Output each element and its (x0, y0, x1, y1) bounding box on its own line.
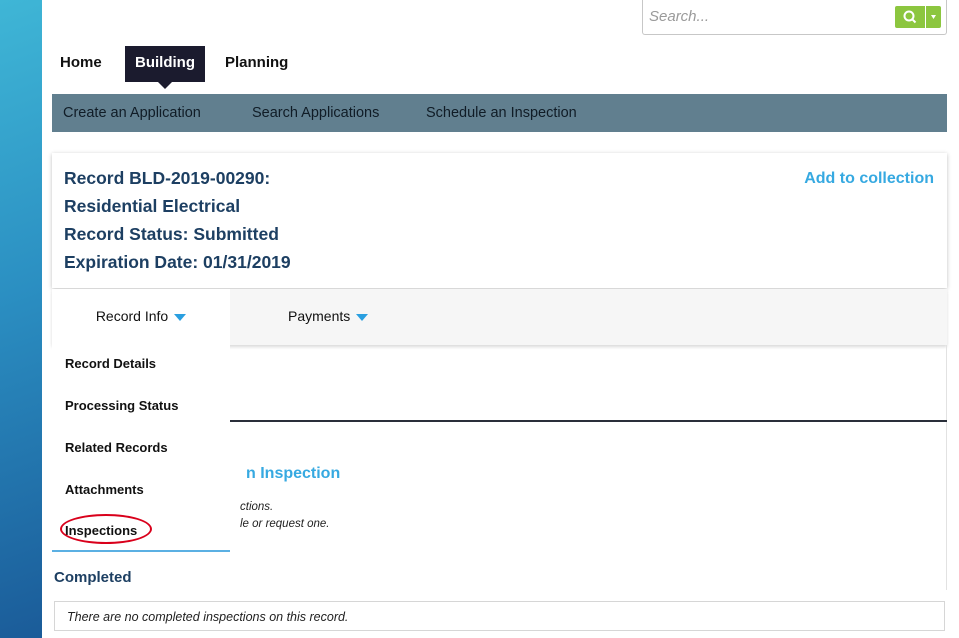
sub-nav: Create an Application Search Application… (52, 94, 947, 132)
section-divider (230, 420, 947, 422)
schedule-inspection-heading[interactable]: n Inspection (246, 465, 340, 483)
record-type: Residential Electrical (64, 196, 241, 216)
search-box (642, 0, 947, 35)
menu-item-processing-status[interactable]: Processing Status (65, 398, 178, 413)
search-button[interactable] (895, 6, 925, 28)
no-completed-inspections: There are no completed inspections on th… (54, 601, 945, 631)
inspection-note-1: ctions. (240, 501, 274, 513)
tab-record-info-label: Record Info (95, 308, 169, 324)
expiration-date: Expiration Date: 01/31/2019 (64, 252, 291, 272)
search-icon (903, 10, 917, 24)
search-input[interactable] (649, 6, 879, 26)
nav-building[interactable]: Building (125, 46, 205, 89)
record-tabs: Record Info Payments (52, 289, 947, 345)
tab-record-info[interactable]: Record Info (52, 289, 230, 345)
subnav-schedule-inspection[interactable]: Schedule an Inspection (426, 94, 577, 132)
page: Home Building Planning Create an Applica… (42, 0, 959, 638)
record-info-dropdown: Record Details Processing Status Related… (52, 345, 230, 552)
nav-building-label: Building (135, 54, 195, 71)
menu-item-record-details[interactable]: Record Details (65, 356, 156, 371)
record-number: Record BLD-2019-00290: (64, 168, 271, 188)
menu-item-attachments[interactable]: Attachments (65, 482, 144, 497)
content-border (946, 345, 947, 590)
subnav-search-applications[interactable]: Search Applications (252, 94, 379, 132)
tab-payments[interactable]: Payments (288, 289, 369, 345)
search-options-button[interactable] (926, 6, 941, 28)
nav-home[interactable]: Home (50, 46, 112, 82)
caret-down-icon (356, 313, 369, 321)
completed-heading: Completed (54, 569, 132, 586)
caret-down-icon (174, 313, 187, 321)
active-tab-pointer (158, 82, 172, 89)
record-header-card: Record BLD-2019-00290: Residential Elect… (52, 153, 947, 288)
menu-item-related-records[interactable]: Related Records (65, 440, 168, 455)
chevron-down-icon (931, 15, 936, 19)
nav-planning[interactable]: Planning (215, 46, 298, 82)
record-status: Record Status: Submitted (64, 224, 279, 244)
tab-payments-label: Payments (288, 308, 351, 324)
subnav-create-application[interactable]: Create an Application (63, 94, 201, 132)
highlight-annotation (60, 514, 152, 544)
inspection-note-2: le or request one. (240, 518, 330, 530)
add-to-collection-link[interactable]: Add to collection (804, 170, 934, 188)
